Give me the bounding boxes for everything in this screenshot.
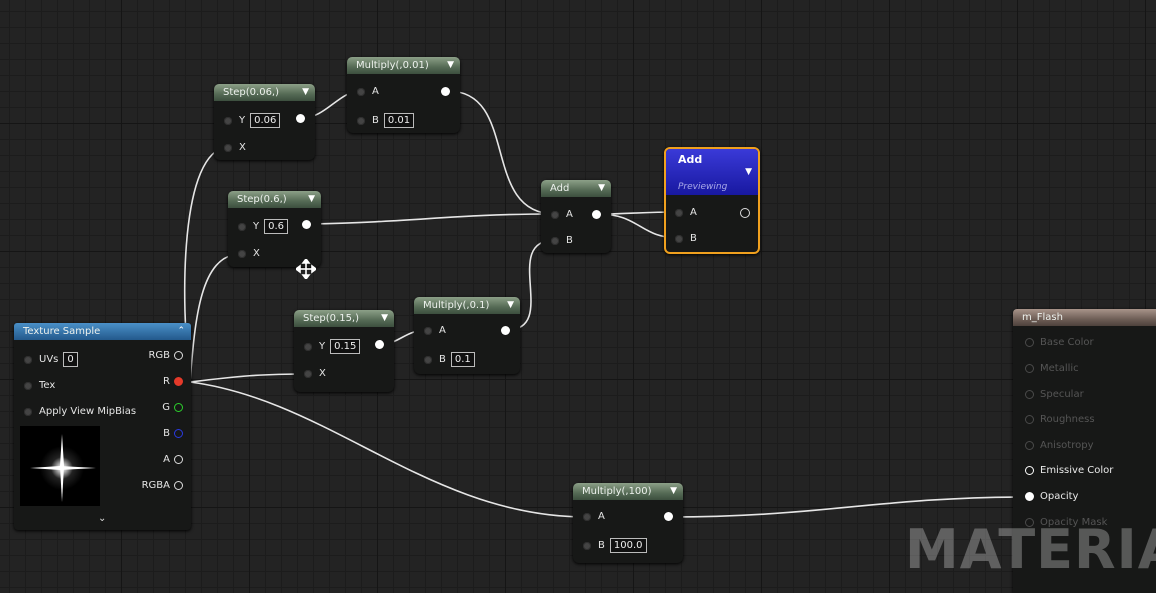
- add-preview-output-pin[interactable]: [740, 208, 750, 218]
- anisotropy-pin[interactable]: Anisotropy: [1025, 440, 1093, 451]
- specular-pin[interactable]: Specular: [1025, 389, 1084, 400]
- multiply-100-b-pin[interactable]: B 100.0: [583, 538, 647, 553]
- step-0-06-x-pin[interactable]: X: [224, 142, 246, 153]
- multiply-100-node[interactable]: Multiply(,100) ▼ A B 100.0: [573, 483, 683, 563]
- add-output-pin[interactable]: [592, 210, 601, 219]
- opacity-pin[interactable]: Opacity: [1025, 491, 1078, 502]
- step-0-6-y-value[interactable]: 0.6: [264, 219, 289, 234]
- step-0-06-y-pin[interactable]: Y 0.06: [224, 113, 281, 128]
- wire-r-to-multiply100-a: [189, 381, 587, 518]
- expand-chevron-icon[interactable]: ⌄: [98, 513, 106, 524]
- r-output-pin[interactable]: R: [163, 376, 183, 387]
- step-0-06-y-value[interactable]: 0.06: [250, 113, 281, 128]
- tex-input-pin[interactable]: Tex: [24, 380, 55, 391]
- base-color-pin[interactable]: Base Color: [1025, 337, 1094, 348]
- texture-sample-node[interactable]: Texture Sample ⌃ UVs 0 Tex Apply View Mip…: [14, 323, 191, 530]
- step-0-6-y-pin[interactable]: Y 0.6: [238, 219, 289, 234]
- add-preview-title: Add: [678, 153, 703, 166]
- step-0-15-y-value[interactable]: 0.15: [330, 339, 361, 354]
- multiply-0-1-output-pin[interactable]: [501, 326, 510, 335]
- roughness-pin[interactable]: Roughness: [1025, 414, 1095, 425]
- step-0-6-x-pin[interactable]: X: [238, 248, 260, 259]
- chevron-down-icon[interactable]: ▼: [745, 167, 752, 177]
- multiply-0-1-a-pin[interactable]: A: [424, 325, 446, 336]
- multiply-0-01-node[interactable]: Multiply(,0.01) ▼ A B 0.01: [347, 57, 460, 133]
- wire-r-to-step015-x: [189, 373, 308, 383]
- multiply-0-01-a-pin[interactable]: A: [357, 86, 379, 97]
- step-0-15-header[interactable]: Step(0.15,) ▼: [294, 310, 394, 327]
- step-0-15-y-pin[interactable]: Y 0.15: [304, 339, 361, 354]
- step-0-6-output-pin[interactable]: [302, 220, 311, 229]
- step-0-06-header[interactable]: Step(0.06,) ▼: [214, 84, 315, 101]
- add-a-pin[interactable]: A: [551, 209, 573, 220]
- material-result-header[interactable]: m_Flash: [1013, 309, 1156, 326]
- step-0-15-node[interactable]: Step(0.15,) ▼ Y 0.15 X: [294, 310, 394, 392]
- multiply-0-01-b-value[interactable]: 0.01: [383, 113, 415, 128]
- emissive-color-pin[interactable]: Emissive Color: [1025, 465, 1113, 476]
- add-node[interactable]: Add ▼ A B: [541, 180, 611, 253]
- texture-sample-title: Texture Sample: [23, 326, 101, 337]
- wire-multiply100-to-opacity: [669, 496, 1029, 518]
- texture-preview-thumbnail: [20, 426, 100, 506]
- previewing-label: Previewing: [678, 182, 728, 192]
- multiply-100-b-value[interactable]: 100.0: [609, 538, 647, 553]
- b-output-pin[interactable]: B: [163, 428, 183, 439]
- texture-sample-header[interactable]: Texture Sample ⌃: [14, 323, 191, 340]
- chevron-down-icon[interactable]: ▼: [308, 191, 315, 208]
- step-0-06-output-pin[interactable]: [296, 114, 305, 123]
- chevron-down-icon[interactable]: ▼: [507, 297, 514, 314]
- wire-r-to-step06-x: [189, 253, 241, 383]
- chevron-down-icon[interactable]: ▼: [447, 57, 454, 74]
- chevron-down-icon[interactable]: ▼: [302, 84, 309, 101]
- multiply-0-1-b-value[interactable]: 0.1: [450, 352, 475, 367]
- multiply-0-01-output-pin[interactable]: [441, 87, 450, 96]
- multiply-100-output-pin[interactable]: [664, 512, 673, 521]
- wire-multiply001-to-add-a: [447, 90, 556, 215]
- wire-step06-to-add-a: [307, 213, 556, 225]
- uvs-value-field[interactable]: 0: [63, 352, 78, 367]
- chevron-down-icon[interactable]: ▼: [670, 483, 677, 500]
- wire-r-to-step006-x: [183, 146, 229, 383]
- add-preview-a-pin[interactable]: A: [675, 207, 697, 218]
- multiply-0-1-b-pin[interactable]: B 0.1: [424, 352, 475, 367]
- flare-texture-image: [20, 426, 100, 506]
- uvs-input-pin[interactable]: UVs 0: [24, 352, 78, 367]
- multiply-100-a-pin[interactable]: A: [583, 511, 605, 522]
- multiply-0-01-header[interactable]: Multiply(,0.01) ▼: [347, 57, 460, 74]
- multiply-0-1-node[interactable]: Multiply(,0.1) ▼ A B 0.1: [414, 297, 520, 374]
- collapse-arrow-icon[interactable]: ⌃: [177, 323, 185, 340]
- rgb-output-pin[interactable]: RGB: [148, 350, 183, 361]
- rgba-output-pin[interactable]: RGBA: [142, 480, 183, 491]
- chevron-down-icon[interactable]: ▼: [381, 310, 388, 327]
- metallic-pin[interactable]: Metallic: [1025, 363, 1079, 374]
- add-b-pin[interactable]: B: [551, 235, 573, 246]
- step-0-15-output-pin[interactable]: [375, 340, 384, 349]
- g-output-pin[interactable]: G: [162, 402, 183, 413]
- step-0-15-x-pin[interactable]: X: [304, 368, 326, 379]
- step-0-6-node[interactable]: Step(0.6,) ▼ Y 0.6 X: [228, 191, 321, 267]
- multiply-100-header[interactable]: Multiply(,100) ▼: [573, 483, 683, 500]
- apply-view-mipbias-pin[interactable]: Apply View MipBias: [24, 406, 136, 417]
- a-output-pin[interactable]: A: [163, 454, 183, 465]
- add-header[interactable]: Add ▼: [541, 180, 611, 197]
- multiply-0-1-header[interactable]: Multiply(,0.1) ▼: [414, 297, 520, 314]
- add-preview-node[interactable]: Add Previewing ▼ A B: [664, 147, 760, 254]
- add-preview-b-pin[interactable]: B: [675, 233, 697, 244]
- multiply-0-01-b-pin[interactable]: B 0.01: [357, 113, 415, 128]
- material-watermark: MATERIAL: [905, 518, 1156, 581]
- add-preview-header[interactable]: Add Previewing ▼: [666, 149, 758, 195]
- step-0-06-node[interactable]: Step(0.06,) ▼ Y 0.06 X: [214, 84, 315, 160]
- chevron-down-icon[interactable]: ▼: [598, 180, 605, 197]
- move-cursor-icon: [296, 259, 316, 279]
- step-0-6-header[interactable]: Step(0.6,) ▼: [228, 191, 321, 208]
